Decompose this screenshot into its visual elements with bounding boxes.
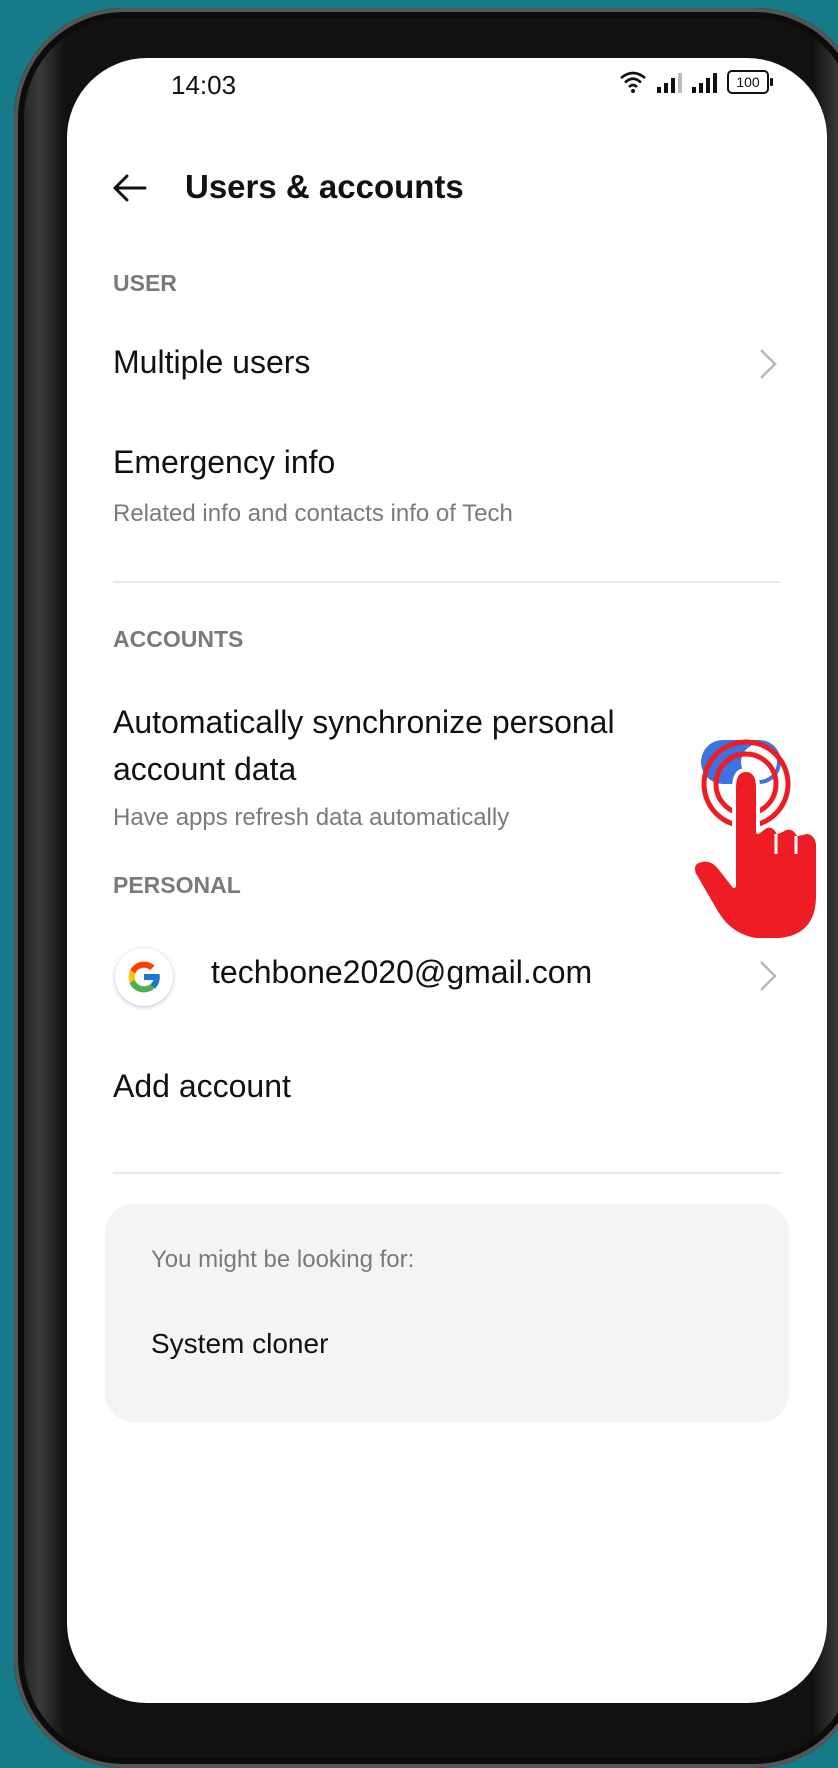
emergency-info-subtitle: Related info and contacts info of Tech <box>113 500 513 527</box>
suggestion-system-cloner[interactable]: System cloner <box>151 1328 328 1360</box>
google-account-item[interactable]: techbone2020@gmail.com <box>211 954 592 991</box>
emergency-info-item[interactable]: Emergency info <box>113 444 335 481</box>
tap-hand-icon <box>691 739 820 942</box>
google-logo-icon <box>115 948 173 1006</box>
auto-sync-title-line2[interactable]: account data <box>113 751 296 788</box>
signal-icon <box>657 71 682 93</box>
divider <box>113 581 781 583</box>
auto-sync-subtitle: Have apps refresh data automatically <box>113 804 510 831</box>
auto-sync-title[interactable]: Automatically synchronize personal <box>113 704 615 741</box>
add-account-item[interactable]: Add account <box>113 1068 291 1105</box>
back-arrow-icon[interactable] <box>109 168 149 208</box>
chevron-right-icon <box>760 349 777 379</box>
wifi-icon <box>620 71 646 93</box>
battery-icon: 100 <box>727 70 773 94</box>
signal-icon <box>692 71 717 93</box>
suggestions-label: You might be looking for: <box>151 1246 415 1273</box>
suggestions-card: You might be looking for: System cloner <box>105 1204 789 1422</box>
divider <box>113 1172 781 1174</box>
section-label-accounts: ACCOUNTS <box>113 626 244 652</box>
chevron-right-icon <box>760 961 777 991</box>
page-title: Users & accounts <box>185 168 464 205</box>
google-g-icon <box>128 961 161 993</box>
status-icons: 100 <box>619 70 773 94</box>
section-label-user: USER <box>113 270 177 296</box>
multiple-users-item[interactable]: Multiple users <box>113 344 310 381</box>
status-time: 14:03 <box>171 70 237 100</box>
section-label-personal: PERSONAL <box>113 872 241 898</box>
